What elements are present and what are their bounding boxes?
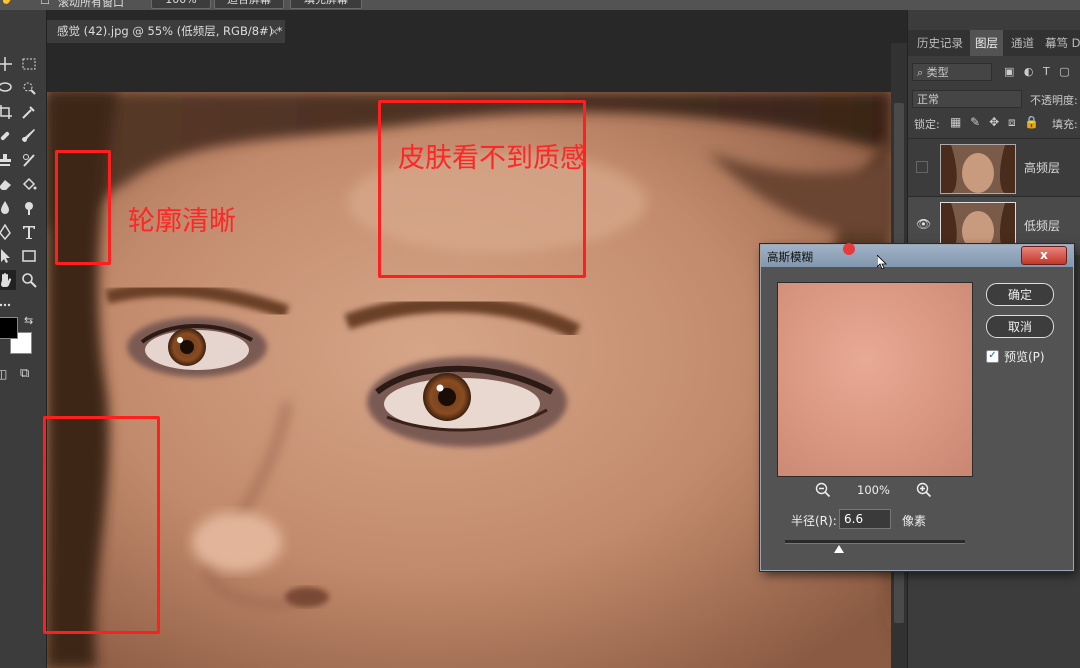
opacity-label: 不透明度: bbox=[1030, 94, 1078, 107]
dialog-title-bar[interactable]: 高斯模糊 x bbox=[761, 243, 1073, 270]
lock-artboard-icon[interactable]: ⧈ bbox=[1008, 115, 1016, 129]
text-filter-icon[interactable]: T bbox=[1043, 65, 1050, 78]
layer-filter-value: 类型 bbox=[926, 66, 949, 79]
options-bar: ✋ ☐ 滚动所有窗口 100% 适合屏幕 填充屏幕 bbox=[0, 0, 1080, 10]
swap-colors-icon[interactable]: ⇆ bbox=[24, 314, 33, 327]
radius-input[interactable]: 6.6 bbox=[839, 509, 891, 529]
zoom-level: 100% bbox=[857, 483, 890, 497]
eraser-tool-icon[interactable] bbox=[0, 174, 16, 194]
layer-name: 高频层 bbox=[1024, 161, 1061, 175]
panel-tabs: 历史记录 图层 通道 幕笃 DR bbox=[908, 30, 1080, 56]
lasso-tool-icon[interactable] bbox=[0, 78, 16, 98]
adjustment-filter-icon[interactable]: ◐ bbox=[1024, 65, 1034, 78]
brush-tool-icon[interactable] bbox=[18, 126, 40, 146]
visibility-toggle-off[interactable] bbox=[916, 161, 928, 173]
paint-bucket-tool-icon[interactable] bbox=[18, 174, 40, 194]
zoom-out-icon[interactable] bbox=[815, 482, 831, 498]
tools-panel: ⇆ ◫ ⧉ bbox=[0, 10, 47, 668]
path-selection-tool-icon[interactable] bbox=[0, 246, 16, 266]
eyedropper-tool-icon[interactable] bbox=[18, 102, 40, 122]
pen-tool-icon[interactable] bbox=[0, 222, 16, 242]
shape-filter-icon[interactable]: ▢ bbox=[1059, 65, 1069, 78]
radius-slider-track[interactable] bbox=[785, 540, 965, 544]
lock-transparent-icon[interactable]: ▦ bbox=[950, 115, 961, 129]
radius-label: 半径(R): bbox=[791, 514, 837, 528]
clone-stamp-tool-icon[interactable] bbox=[0, 150, 16, 170]
close-icon[interactable]: × bbox=[270, 20, 279, 43]
zoom-100-button[interactable]: 100% bbox=[151, 0, 211, 9]
preview-label: 预览(P) bbox=[1004, 350, 1045, 364]
layer-filter-select[interactable]: ⌕ 类型 bbox=[912, 63, 992, 81]
scroll-all-windows-checkbox[interactable]: ☐ bbox=[40, 0, 50, 7]
blend-mode-select[interactable]: 正常 bbox=[912, 90, 1022, 108]
ok-button[interactable]: 确定 bbox=[986, 283, 1054, 306]
preview-checkbox[interactable]: ✓ bbox=[986, 350, 999, 363]
quick-mask-icon[interactable]: ◫ bbox=[0, 367, 7, 381]
lock-all-icon[interactable]: 🔒 bbox=[1024, 115, 1039, 129]
document-tab-title: 感觉 (42).jpg @ 55% (低频层, RGB/8#) * bbox=[57, 24, 283, 38]
blur-tool-icon[interactable] bbox=[0, 198, 16, 218]
layer-thumbnail bbox=[940, 144, 1016, 194]
hand-tool-icon[interactable] bbox=[0, 270, 16, 290]
skin-annotation-box bbox=[378, 100, 586, 278]
zoom-tool-icon[interactable] bbox=[18, 270, 40, 290]
tab-channels[interactable]: 通道 bbox=[1006, 30, 1039, 56]
gaussian-blur-dialog: 高斯模糊 x 确定 取消 ✓ 预览(P) 100% 半径(R): 6.6 像素 bbox=[760, 243, 1074, 571]
zoom-in-icon[interactable] bbox=[916, 482, 932, 498]
cursor-marker-icon bbox=[843, 243, 855, 255]
mouse-cursor-icon bbox=[876, 254, 887, 273]
blur-preview[interactable] bbox=[777, 282, 973, 477]
document-tab-bar: 感觉 (42).jpg @ 55% (低频层, RGB/8#) * × bbox=[47, 10, 907, 43]
fill-screen-button[interactable]: 填充屏幕 bbox=[290, 0, 362, 9]
fill-label: 填充: bbox=[1052, 118, 1078, 131]
cancel-button[interactable]: 取消 bbox=[986, 315, 1054, 338]
healing-brush-tool-icon[interactable] bbox=[0, 126, 16, 146]
contour-annotation-label: 轮廓清晰 bbox=[128, 206, 236, 237]
foreground-color-swatch[interactable] bbox=[0, 317, 18, 339]
history-brush-tool-icon[interactable] bbox=[18, 150, 40, 170]
image-filter-icon[interactable]: ▣ bbox=[1004, 65, 1014, 78]
crop-tool-icon[interactable] bbox=[0, 102, 16, 122]
type-tool-icon[interactable] bbox=[18, 222, 40, 242]
search-icon: ⌕ bbox=[917, 66, 924, 79]
marquee-tool-icon[interactable] bbox=[18, 54, 40, 74]
tab-layers[interactable]: 图层 bbox=[970, 30, 1003, 56]
tab-history[interactable]: 历史记录 bbox=[912, 30, 968, 56]
filter-icons: ▣ ◐ T ▢ bbox=[1004, 65, 1080, 78]
dodge-tool-icon[interactable] bbox=[18, 198, 40, 218]
radius-unit: 像素 bbox=[902, 514, 927, 528]
hand-tool-icon[interactable]: ✋ bbox=[0, 0, 14, 5]
move-tool-icon[interactable] bbox=[0, 54, 16, 74]
scroll-all-windows-label: 滚动所有窗口 bbox=[58, 0, 124, 9]
tab-plugin[interactable]: 幕笃 DR bbox=[1040, 30, 1080, 56]
layer-row-high-frequency[interactable]: 高频层 bbox=[908, 138, 1080, 197]
lock-pixels-icon[interactable]: ✎ bbox=[970, 115, 980, 129]
radius-slider-thumb[interactable] bbox=[834, 545, 844, 553]
cheek-annotation-box bbox=[43, 416, 160, 634]
lock-icons: ▦ ✎ ✥ ⧈ 🔒 bbox=[950, 115, 1040, 130]
close-button[interactable]: x bbox=[1021, 246, 1067, 265]
layer-name: 低频层 bbox=[1024, 219, 1061, 233]
lock-position-icon[interactable]: ✥ bbox=[989, 115, 999, 129]
skin-annotation-label: 皮肤看不到质感 bbox=[398, 143, 587, 174]
eye-icon[interactable]: 👁 bbox=[916, 217, 931, 231]
rectangle-tool-icon[interactable] bbox=[18, 246, 40, 266]
quick-selection-tool-icon[interactable] bbox=[18, 78, 40, 98]
more-tools-icon[interactable] bbox=[0, 295, 16, 315]
screen-mode-icon[interactable]: ⧉ bbox=[20, 366, 29, 381]
contour-annotation-box bbox=[55, 150, 111, 265]
fit-screen-button[interactable]: 适合屏幕 bbox=[214, 0, 284, 9]
dialog-title: 高斯模糊 bbox=[767, 250, 813, 264]
document-tab[interactable]: 感觉 (42).jpg @ 55% (低频层, RGB/8#) * × bbox=[47, 20, 285, 43]
blend-mode-value: 正常 bbox=[917, 93, 939, 106]
